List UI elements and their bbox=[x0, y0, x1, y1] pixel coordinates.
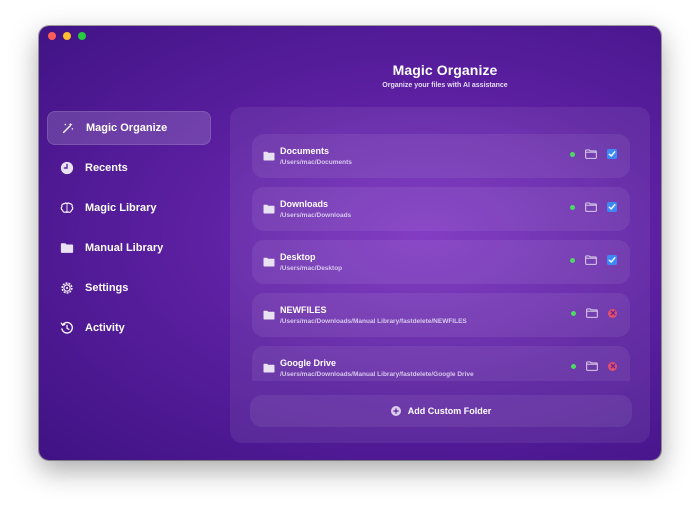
folder-name: Documents bbox=[280, 146, 330, 156]
sidebar-item-label: Manual Library bbox=[85, 242, 164, 254]
page-title: Magic Organize bbox=[392, 62, 498, 78]
folder-actions bbox=[571, 361, 617, 371]
open-folder-icon[interactable] bbox=[585, 255, 597, 265]
brain-icon bbox=[59, 200, 75, 216]
folder-name: Desktop bbox=[280, 252, 316, 262]
folder-icon bbox=[263, 310, 275, 320]
folders-panel: Documents /Users/mac/Documents Downloads… bbox=[230, 107, 650, 443]
window-controls bbox=[48, 32, 86, 40]
folder-name: Google Drive bbox=[280, 358, 337, 368]
enabled-checkbox[interactable] bbox=[607, 149, 617, 159]
sidebar: Magic Organize Recents Magic Library Man… bbox=[47, 111, 211, 351]
sidebar-item-magic-organize[interactable]: Magic Organize bbox=[47, 111, 211, 145]
remove-folder-button[interactable] bbox=[608, 361, 617, 371]
clock-icon bbox=[59, 160, 75, 176]
app-window: Magic Organize Organize your files with … bbox=[39, 26, 661, 460]
gear-icon bbox=[59, 280, 75, 296]
sidebar-item-label: Activity bbox=[85, 322, 125, 334]
history-icon bbox=[59, 320, 75, 336]
status-indicator bbox=[570, 151, 575, 157]
sidebar-item-recents[interactable]: Recents bbox=[47, 151, 211, 185]
status-indicator bbox=[571, 310, 576, 316]
folder-path: /Users/mac/Downloads/Manual Library/fast… bbox=[280, 371, 474, 378]
enabled-checkbox[interactable] bbox=[607, 202, 617, 212]
page-subtitle: Organize your files with AI assistance bbox=[382, 82, 508, 89]
folder-icon bbox=[263, 204, 275, 214]
open-folder-icon[interactable] bbox=[586, 361, 598, 371]
open-folder-icon[interactable] bbox=[585, 149, 597, 159]
sidebar-item-label: Magic Organize bbox=[86, 122, 168, 134]
remove-folder-button[interactable] bbox=[608, 308, 617, 318]
magic-wand-icon bbox=[60, 120, 76, 136]
folder-path: /Users/mac/Desktop bbox=[280, 265, 343, 272]
status-indicator bbox=[570, 204, 575, 210]
status-indicator bbox=[571, 363, 576, 369]
folder-list[interactable]: Documents /Users/mac/Documents Downloads… bbox=[252, 134, 630, 381]
plus-icon bbox=[390, 406, 401, 416]
add-custom-folder-button[interactable]: Add Custom Folder bbox=[250, 395, 632, 427]
add-custom-folder-label: Add Custom Folder bbox=[407, 406, 492, 416]
page-header: Magic Organize Organize your files with … bbox=[229, 62, 661, 89]
sidebar-item-settings[interactable]: Settings bbox=[47, 271, 211, 305]
open-folder-icon[interactable] bbox=[585, 202, 597, 212]
sidebar-item-manual-library[interactable]: Manual Library bbox=[47, 231, 211, 265]
folder-path: /Users/mac/Downloads/Manual Library/fast… bbox=[280, 318, 467, 325]
folder-name: NEWFILES bbox=[280, 305, 327, 315]
folder-actions bbox=[571, 308, 617, 318]
folder-actions bbox=[570, 149, 617, 159]
folder-icon bbox=[263, 363, 275, 373]
open-folder-icon[interactable] bbox=[586, 308, 598, 318]
sidebar-item-activity[interactable]: Activity bbox=[47, 311, 211, 345]
sidebar-item-label: Settings bbox=[85, 282, 129, 294]
folder-icon bbox=[59, 240, 75, 256]
folder-actions bbox=[570, 202, 617, 212]
folder-actions bbox=[570, 255, 617, 265]
status-indicator bbox=[570, 257, 575, 263]
close-window-button[interactable] bbox=[48, 32, 56, 40]
folder-name: Downloads bbox=[280, 199, 329, 209]
folder-icon bbox=[263, 257, 275, 267]
sidebar-item-label: Magic Library bbox=[85, 202, 157, 214]
enabled-checkbox[interactable] bbox=[607, 255, 617, 265]
folder-icon bbox=[263, 151, 275, 161]
sidebar-item-label: Recents bbox=[85, 162, 128, 174]
folder-path: /Users/mac/Downloads bbox=[280, 212, 352, 219]
folder-row-documents[interactable]: Documents /Users/mac/Documents bbox=[252, 134, 630, 178]
minimize-window-button[interactable] bbox=[63, 32, 71, 40]
folder-path: /Users/mac/Documents bbox=[280, 159, 352, 166]
folder-row-downloads[interactable]: Downloads /Users/mac/Downloads bbox=[252, 187, 630, 231]
folder-row-newfiles[interactable]: NEWFILES /Users/mac/Downloads/Manual Lib… bbox=[252, 293, 630, 337]
folder-row-google-drive[interactable]: Google Drive /Users/mac/Downloads/Manual… bbox=[252, 346, 630, 381]
zoom-window-button[interactable] bbox=[78, 32, 86, 40]
sidebar-item-magic-library[interactable]: Magic Library bbox=[47, 191, 211, 225]
folder-row-desktop[interactable]: Desktop /Users/mac/Desktop bbox=[252, 240, 630, 284]
